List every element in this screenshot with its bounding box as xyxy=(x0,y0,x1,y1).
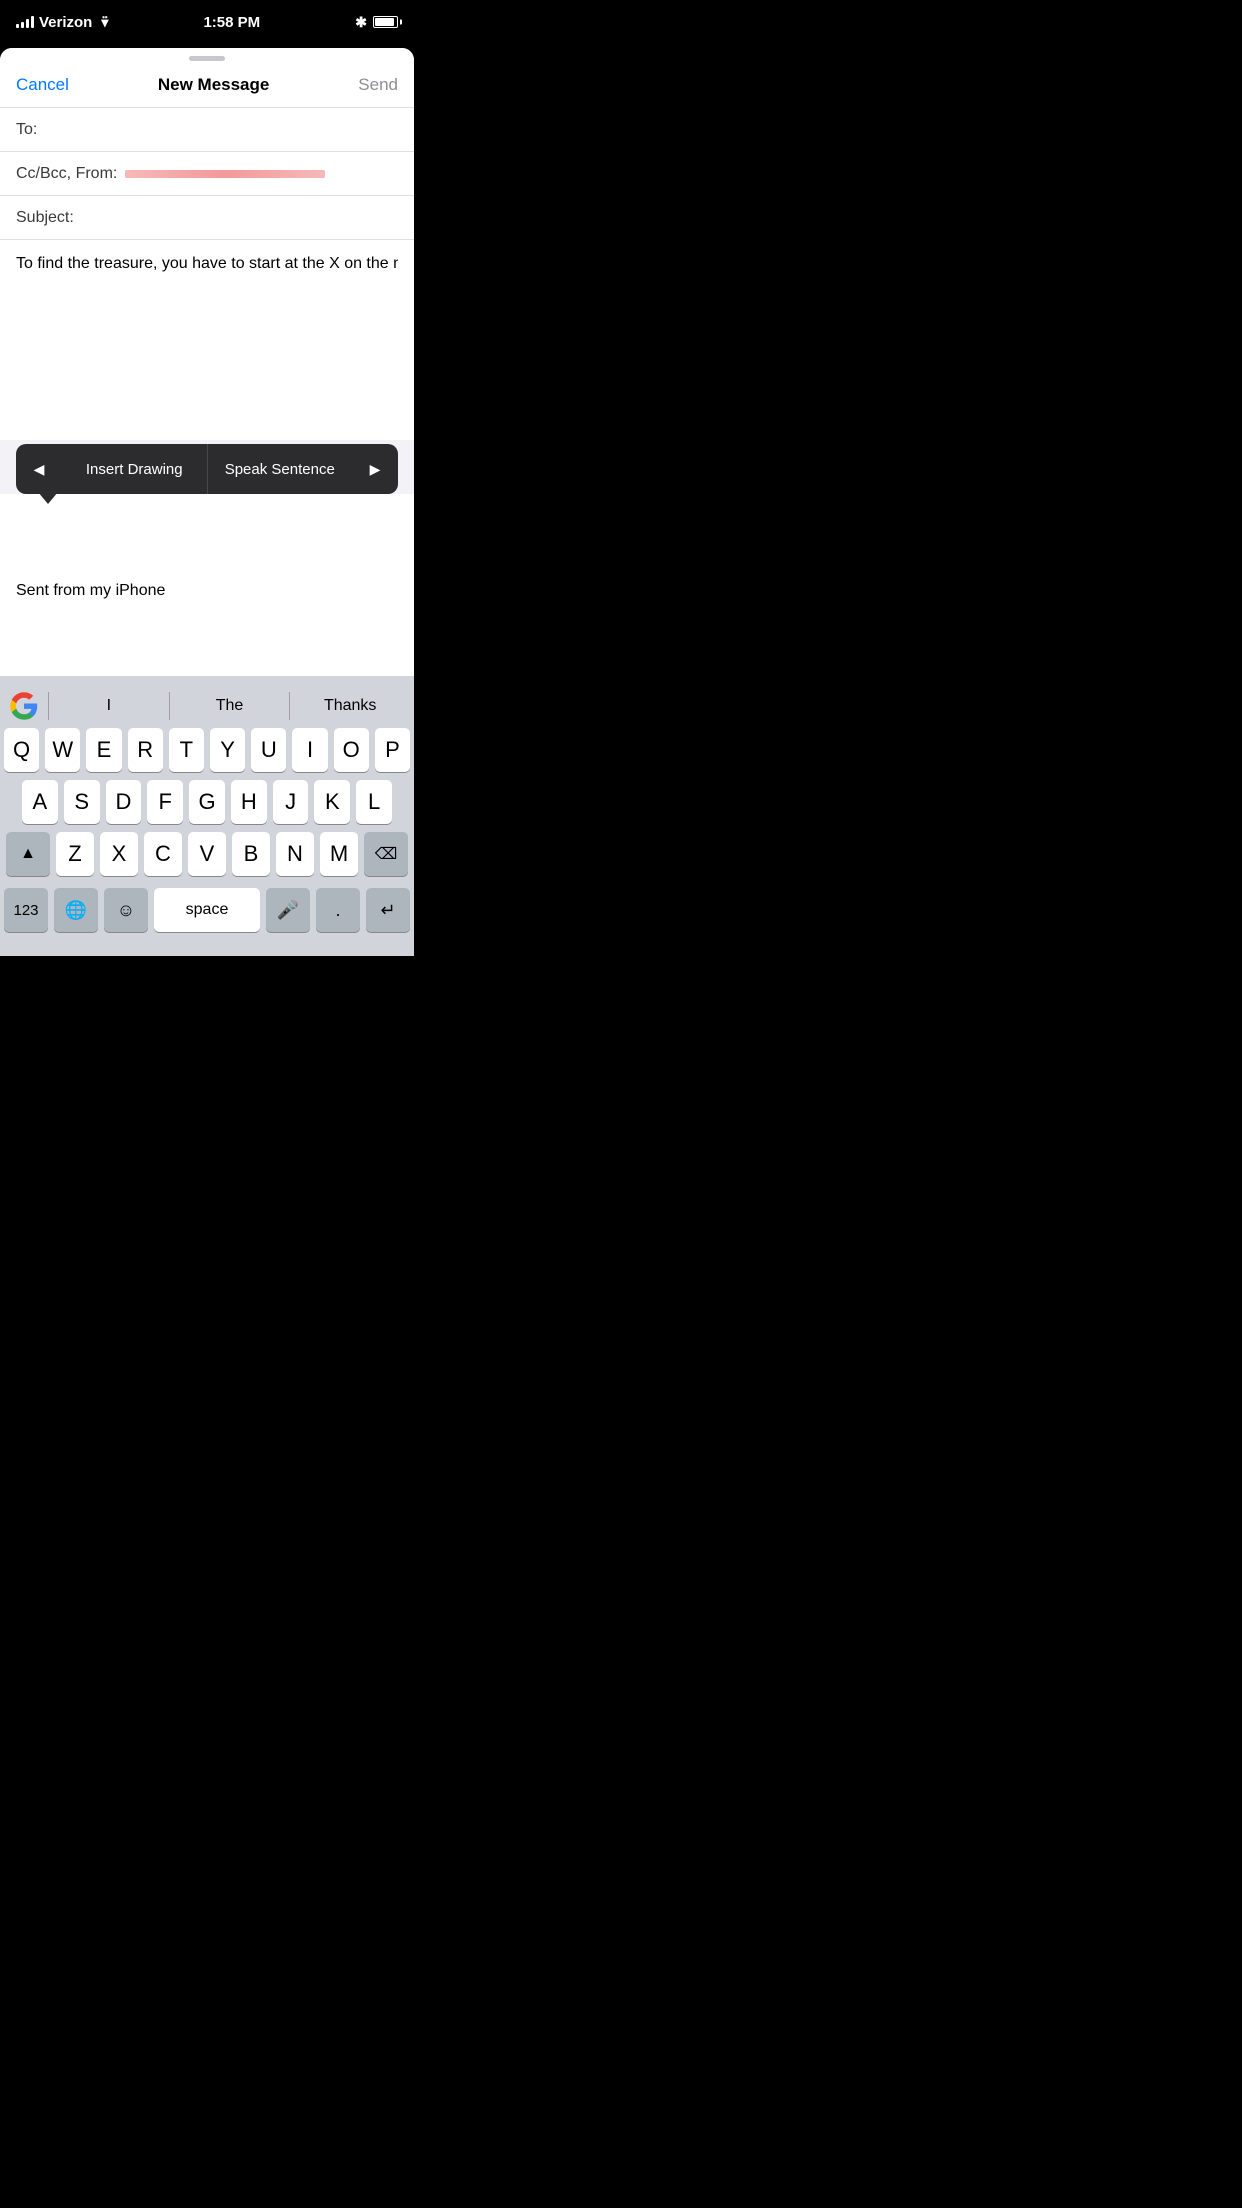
sheet-handle-area xyxy=(0,48,414,65)
signal-bar-1 xyxy=(16,24,19,28)
key-u[interactable]: U xyxy=(251,728,286,772)
status-bar: Verizon ▾̈ 1:58 PM ✱ xyxy=(0,0,414,44)
key-rows: Q W E R T Y U I O P A S D F G H J K xyxy=(0,728,414,888)
to-label: To: xyxy=(16,121,37,139)
key-n[interactable]: N xyxy=(276,832,314,876)
key-row-3: ▲ Z X C V B N M ⌫ xyxy=(4,832,410,876)
insert-drawing-button[interactable]: Insert Drawing xyxy=(62,444,208,494)
speak-sentence-button[interactable]: Speak Sentence xyxy=(208,444,353,494)
body-bottom-space xyxy=(0,616,414,676)
key-v[interactable]: V xyxy=(188,832,226,876)
context-menu-items: Insert Drawing Speak Sentence xyxy=(62,444,352,494)
key-e[interactable]: E xyxy=(86,728,121,772)
signal-bar-4 xyxy=(31,16,34,28)
message-body[interactable]: To find the treasure, you have to start … xyxy=(0,240,414,440)
key-h[interactable]: H xyxy=(231,780,267,824)
key-k[interactable]: K xyxy=(314,780,350,824)
key-t[interactable]: T xyxy=(169,728,204,772)
google-logo[interactable] xyxy=(4,686,44,726)
key-f[interactable]: F xyxy=(147,780,183,824)
sheet-handle xyxy=(189,56,225,61)
signal-bar-3 xyxy=(26,19,29,28)
key-y[interactable]: Y xyxy=(210,728,245,772)
safe-area xyxy=(0,936,414,956)
context-menu-left-arrow[interactable]: ◀ xyxy=(16,444,62,494)
signature-text: Sent from my iPhone xyxy=(16,582,165,599)
keyboard: I The Thanks Q W E R T Y U I O P A xyxy=(0,676,414,956)
body-preview-text: To find the treasure, you have to start … xyxy=(16,252,398,276)
nav-bar: Cancel New Message Send xyxy=(0,65,414,108)
key-j[interactable]: J xyxy=(273,780,309,824)
period-key[interactable]: . xyxy=(316,888,360,932)
key-l[interactable]: L xyxy=(356,780,392,824)
numbers-key[interactable]: 123 xyxy=(4,888,48,932)
signal-bar-2 xyxy=(21,22,24,28)
return-key[interactable]: ↵ xyxy=(366,888,410,932)
key-w[interactable]: W xyxy=(45,728,80,772)
key-row-2: A S D F G H J K L xyxy=(4,780,410,824)
subject-field-row[interactable]: Subject: xyxy=(0,196,414,240)
redacted-email xyxy=(125,170,325,178)
delete-key[interactable]: ⌫ xyxy=(364,832,408,876)
compose-title: New Message xyxy=(158,75,270,95)
email-fields: To: Cc/Bcc, From: Subject: xyxy=(0,108,414,240)
status-left: Verizon ▾̈ xyxy=(16,14,108,31)
key-g[interactable]: G xyxy=(189,780,225,824)
signal-bars xyxy=(16,16,34,28)
key-o[interactable]: O xyxy=(334,728,369,772)
carrier-label: Verizon xyxy=(39,14,92,31)
wifi-icon: ▾̈ xyxy=(101,14,108,31)
microphone-key[interactable]: 🎤 xyxy=(266,888,310,932)
key-i[interactable]: I xyxy=(292,728,327,772)
key-p[interactable]: P xyxy=(375,728,410,772)
cc-bcc-label: Cc/Bcc, From: xyxy=(16,165,117,183)
key-q[interactable]: Q xyxy=(4,728,39,772)
time-display: 1:58 PM xyxy=(203,14,260,31)
key-x[interactable]: X xyxy=(100,832,138,876)
globe-key[interactable]: 🌐 xyxy=(54,888,98,932)
key-c[interactable]: C xyxy=(144,832,182,876)
from-address-redacted xyxy=(125,170,398,178)
cancel-button[interactable]: Cancel xyxy=(16,75,69,95)
signature-area: Sent from my iPhone xyxy=(0,574,414,616)
key-b[interactable]: B xyxy=(232,832,270,876)
suggestions-row: I The Thanks xyxy=(0,684,414,728)
key-r[interactable]: R xyxy=(128,728,163,772)
bluetooth-icon: ✱ xyxy=(355,14,367,31)
body-spacer xyxy=(0,494,414,574)
key-row-1: Q W E R T Y U I O P xyxy=(4,728,410,772)
cc-bcc-field-row[interactable]: Cc/Bcc, From: xyxy=(0,152,414,196)
battery-fill xyxy=(375,18,394,26)
status-right: ✱ xyxy=(355,14,398,31)
key-z[interactable]: Z xyxy=(56,832,94,876)
battery-indicator xyxy=(373,16,398,28)
send-button[interactable]: Send xyxy=(358,75,398,95)
suggestion-thanks[interactable]: Thanks xyxy=(290,697,410,715)
key-m[interactable]: M xyxy=(320,832,358,876)
subject-label: Subject: xyxy=(16,209,74,227)
sheet-container: Cancel New Message Send To: Cc/Bcc, From… xyxy=(0,48,414,956)
suggestion-the[interactable]: The xyxy=(170,697,290,715)
space-key[interactable]: space xyxy=(154,888,260,932)
emoji-key[interactable]: ☺ xyxy=(104,888,148,932)
context-menu-right-arrow[interactable]: ▶ xyxy=(352,444,398,494)
key-a[interactable]: A xyxy=(22,780,58,824)
key-d[interactable]: D xyxy=(106,780,142,824)
bottom-key-row: 123 🌐 ☺ space 🎤 . ↵ xyxy=(0,888,414,936)
shift-key[interactable]: ▲ xyxy=(6,832,50,876)
suggestion-i[interactable]: I xyxy=(49,697,169,715)
key-s[interactable]: S xyxy=(64,780,100,824)
to-field-row[interactable]: To: xyxy=(0,108,414,152)
context-menu: ◀ Insert Drawing Speak Sentence ▶ xyxy=(16,444,398,494)
